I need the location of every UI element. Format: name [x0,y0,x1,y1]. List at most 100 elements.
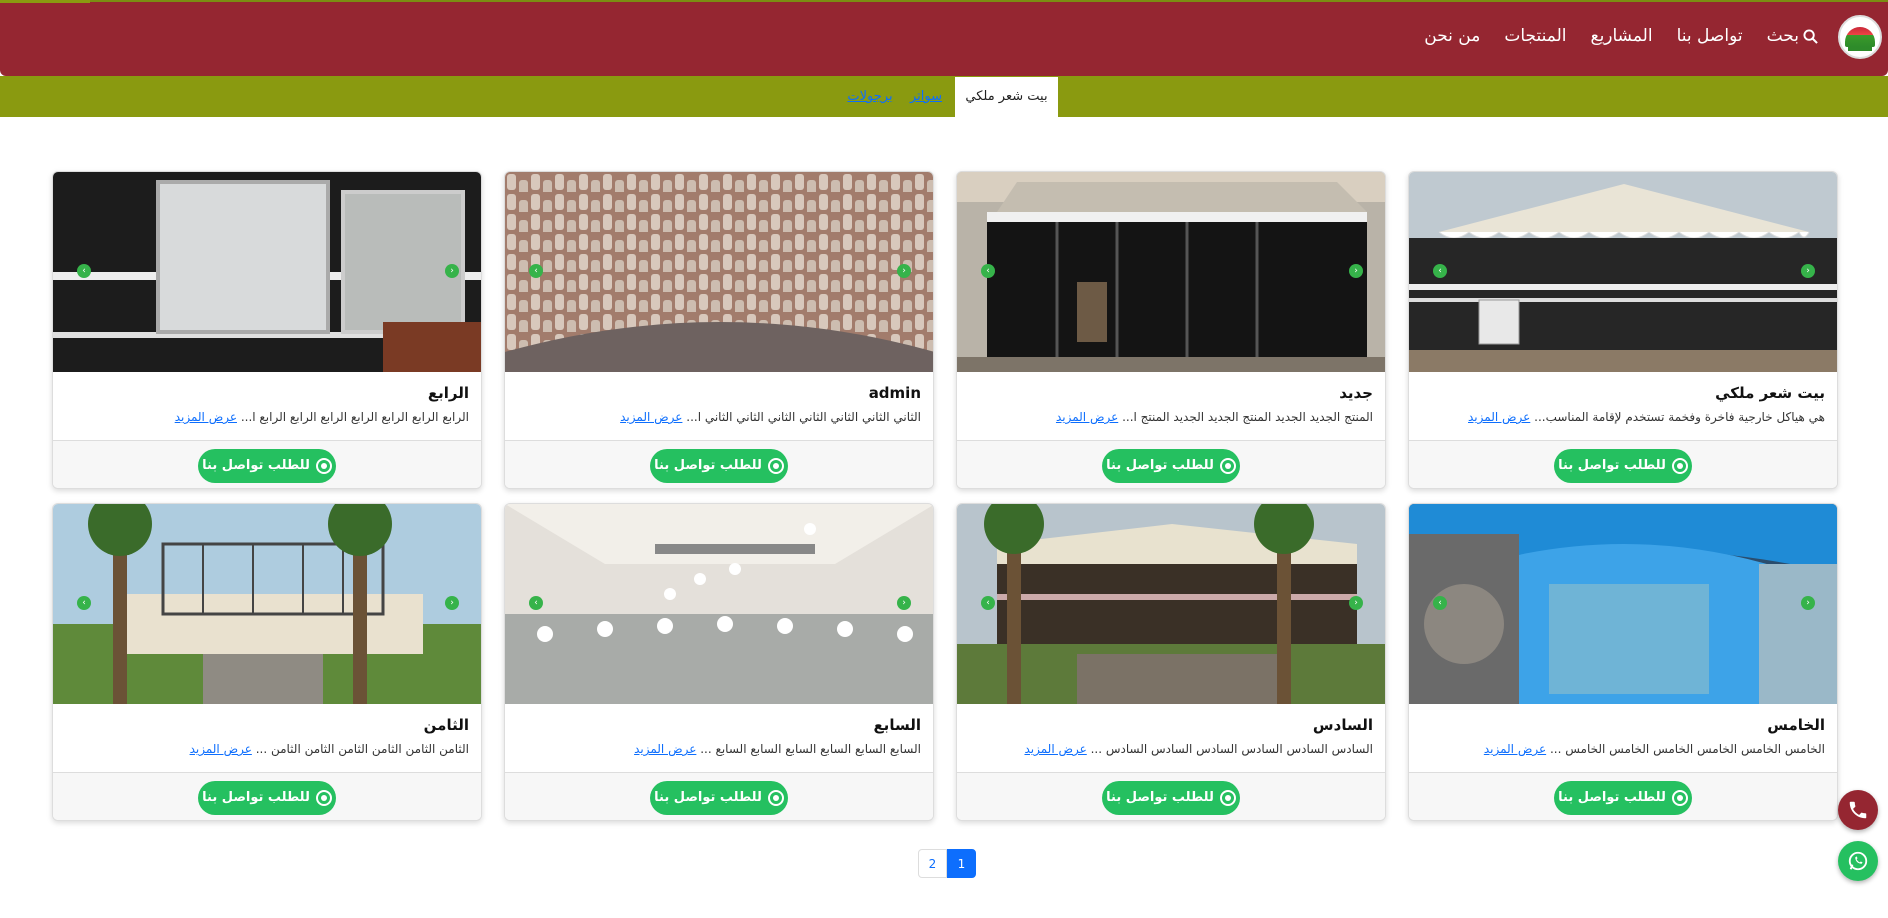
read-more-link[interactable]: عرض المزيد [1056,410,1118,424]
order-contact-button[interactable]: للطلب تواصل بنا [1102,781,1240,815]
whatsapp-icon [767,457,784,474]
whatsapp-float-button[interactable] [1838,841,1878,881]
product-card: ‹ › admin الثاني الثاني الثاني الثاني ال… [504,171,934,489]
product-description: الخامس الخامس الخامس الخامس الخامس الخام… [1484,742,1825,756]
top-accent-line [0,0,90,3]
carousel-prev-arrow[interactable]: ‹ [77,596,91,610]
product-description-text: الثامن الثامن الثامن الثامن الثامن الثام… [255,742,469,756]
call-button[interactable] [1838,790,1878,830]
product-description: السادس السادس السادس السادس السادس الساد… [1024,742,1373,756]
product-image [957,172,1385,372]
whatsapp-icon [1219,789,1236,806]
card-footer: للطلب تواصل بنا [1409,440,1837,488]
nav-links: من نحن المنتجات المشاريع تواصل بنا بحث [1424,26,1818,46]
product-card: ‹ › الثامن الثامن الثامن الثامن الثامن ا… [52,503,482,821]
carousel-next-arrow[interactable]: › [445,264,459,278]
carousel-next-arrow[interactable]: › [897,264,911,278]
tab-pergolas[interactable]: برجولات [843,77,897,117]
product-description-text: الثاني الثاني الثاني الثاني الثاني الثان… [686,410,921,424]
product-description-text: السادس السادس السادس السادس السادس الساد… [1090,742,1373,756]
page-1-button[interactable]: 1 [947,849,976,878]
search-label: بحث [1766,26,1799,46]
whatsapp-icon [1848,851,1868,871]
product-description-text: الخامس الخامس الخامس الخامس الخامس الخام… [1549,742,1825,756]
order-button-label: للطلب تواصل بنا [654,790,762,805]
carousel-next-arrow[interactable]: › [1801,596,1815,610]
pagination: 2 1 [918,849,976,878]
product-title: جديد [1339,384,1373,402]
product-image [505,504,933,704]
order-contact-button[interactable]: للطلب تواصل بنا [1554,781,1692,815]
tab-bait-shaar[interactable]: بيت شعر ملكي [955,77,1058,117]
product-title: السابع [873,716,921,734]
carousel-next-arrow[interactable]: › [1349,264,1363,278]
nav-item-about[interactable]: من نحن [1424,26,1480,46]
read-more-link[interactable]: عرض المزيد [190,742,252,756]
carousel-prev-arrow[interactable]: ‹ [529,596,543,610]
carousel-next-arrow[interactable]: › [1349,596,1363,610]
carousel-prev-arrow[interactable]: ‹ [77,264,91,278]
product-title: السادس [1312,716,1373,734]
site-logo[interactable] [1838,15,1882,59]
order-button-label: للطلب تواصل بنا [1106,790,1214,805]
card-footer: للطلب تواصل بنا [53,772,481,820]
product-description: السابع السابع السابع السابع السابع الساب… [634,742,921,756]
product-description: هي هياكل خارجية فاخرة وفخمة تستخدم لإقام… [1468,410,1825,424]
order-button-label: للطلب تواصل بنا [1558,458,1666,473]
product-image [1409,504,1837,704]
read-more-link[interactable]: عرض المزيد [1468,410,1530,424]
read-more-link[interactable]: عرض المزيد [1024,742,1086,756]
carousel-prev-arrow[interactable]: ‹ [1433,596,1447,610]
product-description-text: هي هياكل خارجية فاخرة وفخمة تستخدم لإقام… [1534,410,1825,424]
phone-icon [1849,801,1867,819]
whatsapp-icon [1671,789,1688,806]
product-description: المنتج الجديد الجديد المنتج الجديد الجدي… [1056,410,1373,424]
nav-item-contact[interactable]: تواصل بنا [1677,26,1743,46]
carousel-prev-arrow[interactable]: ‹ [529,264,543,278]
order-contact-button[interactable]: للطلب تواصل بنا [650,449,788,483]
carousel-prev-arrow[interactable]: ‹ [981,596,995,610]
product-description-text: المنتج الجديد الجديد المنتج الجديد الجدي… [1122,410,1373,424]
product-card: ‹ › السابع السابع السابع السابع السابع ا… [504,503,934,821]
carousel-next-arrow[interactable]: › [897,596,911,610]
product-title: بيت شعر ملكي [1715,384,1825,402]
product-image [1409,172,1837,372]
read-more-link[interactable]: عرض المزيد [1484,742,1546,756]
page-2-button[interactable]: 2 [918,849,947,878]
nav-item-projects[interactable]: المشاريع [1591,26,1653,46]
whatsapp-icon [1219,457,1236,474]
tab-sawater[interactable]: سواتر [906,77,946,117]
card-footer: للطلب تواصل بنا [505,440,933,488]
product-card: ‹ › الخامس الخامس الخامس الخامس الخامس ا… [1408,503,1838,821]
order-button-label: للطلب تواصل بنا [654,458,762,473]
product-title: admin [868,384,921,402]
product-image [53,172,481,372]
product-card: ‹ › السادس السادس السادس السادس السادس ا… [956,503,1386,821]
order-button-label: للطلب تواصل بنا [202,458,310,473]
product-description: الثاني الثاني الثاني الثاني الثاني الثان… [620,410,921,424]
carousel-prev-arrow[interactable]: ‹ [1433,264,1447,278]
product-card: ‹ › جديد المنتج الجديد الجديد المنتج الج… [956,171,1386,489]
order-contact-button[interactable]: للطلب تواصل بنا [198,781,336,815]
whatsapp-icon [767,789,784,806]
order-button-label: للطلب تواصل بنا [202,790,310,805]
product-image [505,172,933,372]
carousel-next-arrow[interactable]: › [445,596,459,610]
nav-item-search[interactable]: بحث [1767,26,1818,46]
carousel-prev-arrow[interactable]: ‹ [981,264,995,278]
product-title: الرابع [427,384,469,402]
card-footer: للطلب تواصل بنا [957,440,1385,488]
read-more-link[interactable]: عرض المزيد [175,410,237,424]
whatsapp-icon [315,457,332,474]
order-contact-button[interactable]: للطلب تواصل بنا [198,449,336,483]
order-contact-button[interactable]: للطلب تواصل بنا [650,781,788,815]
order-contact-button[interactable]: للطلب تواصل بنا [1554,449,1692,483]
whatsapp-icon [315,789,332,806]
nav-item-products[interactable]: المنتجات [1504,26,1566,46]
carousel-next-arrow[interactable]: › [1801,264,1815,278]
product-card: ‹ › بيت شعر ملكي هي هياكل خارجية فاخرة و… [1408,171,1838,489]
read-more-link[interactable]: عرض المزيد [620,410,682,424]
order-button-label: للطلب تواصل بنا [1106,458,1214,473]
read-more-link[interactable]: عرض المزيد [634,742,696,756]
order-contact-button[interactable]: للطلب تواصل بنا [1102,449,1240,483]
